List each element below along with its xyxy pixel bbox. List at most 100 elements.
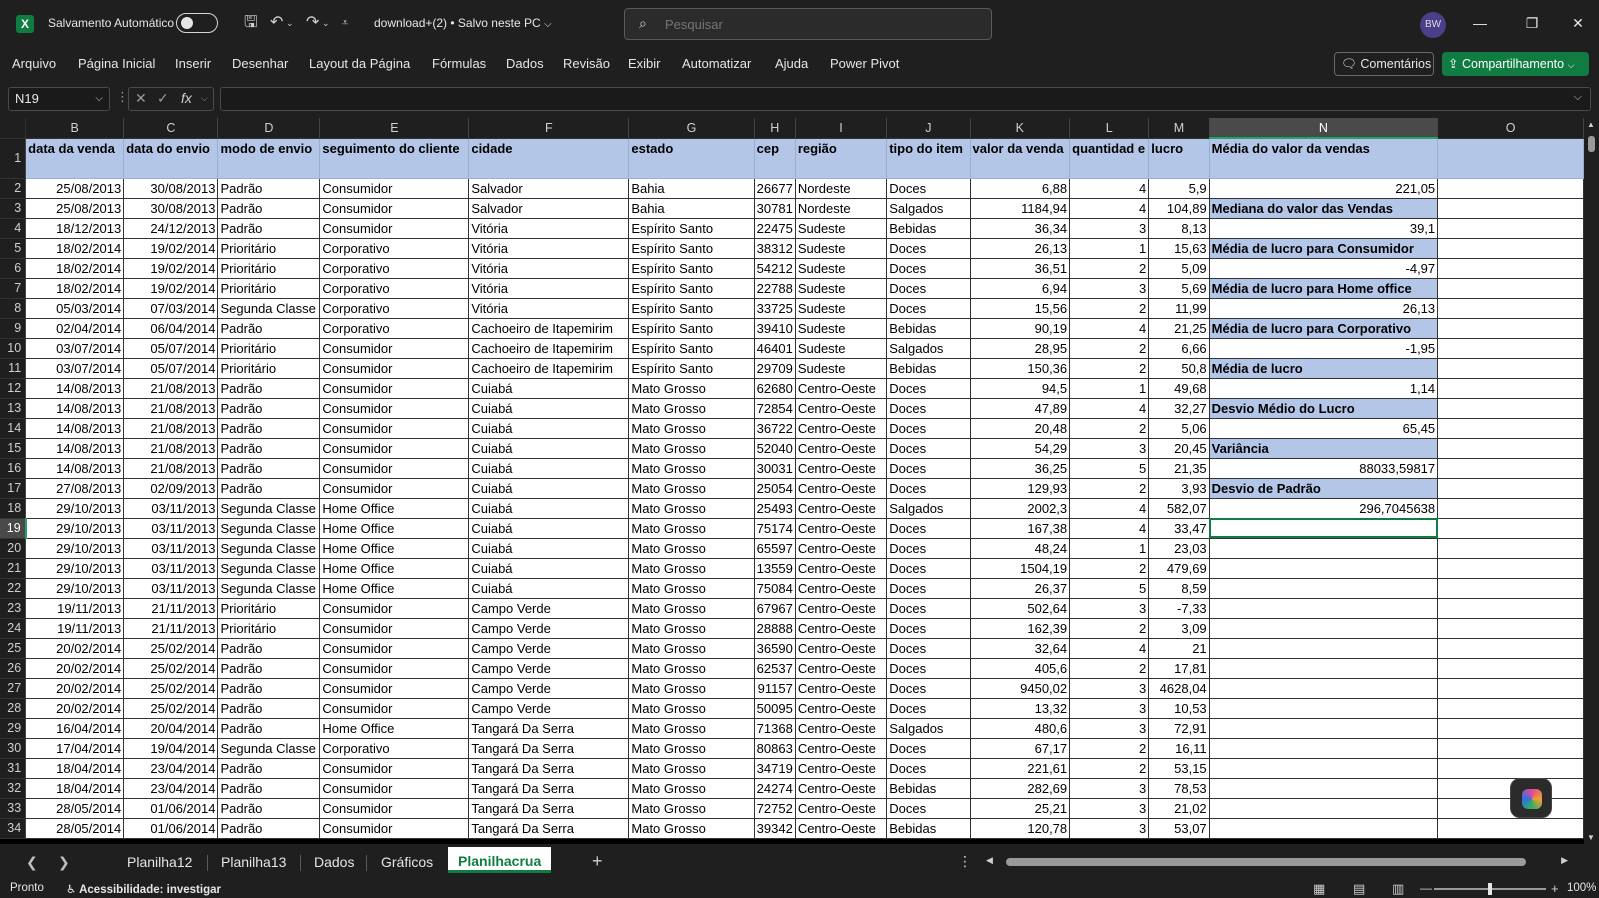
table-cell[interactable]: Corporativo bbox=[319, 238, 470, 259]
name-box[interactable]: N19 ⌵ bbox=[8, 87, 110, 111]
table-cell[interactable]: Mato Grosso bbox=[628, 818, 755, 839]
table-cell[interactable]: Centro-Oeste bbox=[795, 458, 888, 479]
table-cell[interactable]: 2 bbox=[1069, 478, 1150, 499]
cell-o[interactable] bbox=[1437, 438, 1584, 459]
table-cell[interactable]: Cachoeiro de Itapemirim bbox=[468, 318, 630, 339]
table-cell[interactable]: 2 bbox=[1069, 358, 1150, 379]
cell-n[interactable] bbox=[1209, 578, 1439, 599]
column-header-d[interactable]: D bbox=[217, 118, 321, 139]
table-cell[interactable]: 36722 bbox=[754, 418, 796, 439]
table-cell[interactable]: 21,02 bbox=[1148, 798, 1210, 819]
table-cell[interactable]: 32,27 bbox=[1148, 398, 1210, 419]
table-cell[interactable]: Tangará Da Serra bbox=[468, 738, 630, 759]
table-cell[interactable]: -7,33 bbox=[1148, 598, 1210, 619]
table-cell[interactable]: Consumidor bbox=[319, 618, 470, 639]
table-cell[interactable]: Padrão bbox=[217, 658, 321, 679]
column-header-n[interactable]: N bbox=[1209, 118, 1439, 139]
table-cell[interactable]: Cuiabá bbox=[468, 378, 630, 399]
table-cell[interactable]: 36,25 bbox=[970, 458, 1071, 479]
table-cell[interactable]: 28888 bbox=[754, 618, 796, 639]
table-cell[interactable]: 23,03 bbox=[1148, 538, 1210, 559]
column-header-e[interactable]: E bbox=[319, 118, 470, 139]
table-cell[interactable]: Padrão bbox=[217, 318, 321, 339]
table-cell[interactable]: Mato Grosso bbox=[628, 738, 755, 759]
table-cell[interactable]: Sudeste bbox=[795, 338, 888, 359]
table-cell[interactable]: 3 bbox=[1069, 798, 1150, 819]
scroll-thumb[interactable] bbox=[1006, 858, 1526, 866]
table-cell[interactable]: 18/12/2013 bbox=[25, 218, 125, 239]
cell-o[interactable] bbox=[1437, 418, 1584, 439]
table-cell[interactable]: 34719 bbox=[754, 758, 796, 779]
next-sheet-icon[interactable]: ❯ bbox=[58, 854, 70, 871]
table-cell[interactable]: Consumidor bbox=[319, 198, 470, 219]
row-header[interactable]: 32 bbox=[0, 778, 27, 799]
table-cell[interactable]: Consumidor bbox=[319, 378, 470, 399]
cell-n[interactable]: Média de lucro para Consumidor bbox=[1209, 238, 1439, 259]
table-cell[interactable]: 20,45 bbox=[1148, 438, 1210, 459]
customize-toolbar-icon[interactable]: ⩡ bbox=[342, 13, 348, 33]
menu-layout-da-pagina[interactable]: Layout da Página bbox=[309, 56, 410, 71]
redo-icon[interactable]: ↷ bbox=[306, 13, 319, 33]
table-cell[interactable]: Doces bbox=[886, 678, 971, 699]
more-options-icon[interactable]: ⋮ bbox=[958, 853, 972, 870]
table-cell[interactable]: Espírito Santo bbox=[628, 318, 755, 339]
cell-n[interactable] bbox=[1209, 818, 1439, 839]
table-cell[interactable]: 14/08/2013 bbox=[25, 378, 125, 399]
table-cell[interactable]: 25054 bbox=[754, 478, 796, 499]
table-cell[interactable]: 78,53 bbox=[1148, 778, 1210, 799]
table-cell[interactable]: Salvador bbox=[468, 198, 630, 219]
table-cell[interactable]: 14/08/2013 bbox=[25, 418, 125, 439]
table-cell[interactable]: Tangará Da Serra bbox=[468, 798, 630, 819]
table-cell[interactable]: 19/02/2014 bbox=[123, 238, 219, 259]
table-cell[interactable]: Sudeste bbox=[795, 278, 888, 299]
cell-o[interactable] bbox=[1437, 558, 1584, 579]
column-header-o[interactable]: O bbox=[1437, 118, 1584, 139]
cell-n[interactable]: 65,45 bbox=[1209, 418, 1439, 439]
table-cell[interactable]: 15,56 bbox=[970, 298, 1071, 319]
row-header[interactable]: 33 bbox=[0, 798, 27, 819]
table-cell[interactable]: Tangará Da Serra bbox=[468, 758, 630, 779]
table-cell[interactable]: Consumidor bbox=[319, 218, 470, 239]
table-cell[interactable]: 01/06/2014 bbox=[123, 818, 219, 839]
table-cell[interactable]: 72752 bbox=[754, 798, 796, 819]
scroll-left-icon[interactable]: ◀ bbox=[986, 855, 993, 866]
row-header[interactable]: 3 bbox=[0, 198, 27, 219]
menu-ajuda[interactable]: Ajuda bbox=[775, 56, 808, 71]
table-cell[interactable]: 4 bbox=[1069, 318, 1150, 339]
table-cell[interactable]: 6,88 bbox=[970, 178, 1071, 199]
row-header[interactable]: 21 bbox=[0, 558, 27, 579]
table-cell[interactable]: 150,36 bbox=[970, 358, 1071, 379]
table-cell[interactable]: Consumidor bbox=[319, 758, 470, 779]
table-cell[interactable]: Cuiabá bbox=[468, 438, 630, 459]
table-cell[interactable]: Salgados bbox=[886, 498, 971, 519]
table-cell[interactable]: Consumidor bbox=[319, 478, 470, 499]
table-cell[interactable]: Segunda Classe bbox=[217, 558, 321, 579]
cell-o[interactable] bbox=[1437, 258, 1584, 279]
table-cell[interactable]: 282,69 bbox=[970, 778, 1071, 799]
table-cell[interactable]: 17,81 bbox=[1148, 658, 1210, 679]
table-cell[interactable]: Campo Verde bbox=[468, 638, 630, 659]
table-cell[interactable]: 75084 bbox=[754, 578, 796, 599]
column-header-j[interactable]: J bbox=[886, 118, 971, 139]
table-cell[interactable]: 03/11/2013 bbox=[123, 578, 219, 599]
table-cell[interactable]: 23/04/2014 bbox=[123, 778, 219, 799]
table-cell[interactable]: Consumidor bbox=[319, 698, 470, 719]
table-cell[interactable]: Vitória bbox=[468, 238, 630, 259]
cell-o[interactable] bbox=[1437, 378, 1584, 399]
cell-n[interactable]: Desvio de Padrão bbox=[1209, 478, 1439, 499]
table-cell[interactable]: Prioritário bbox=[217, 598, 321, 619]
cell-n[interactable]: 1,14 bbox=[1209, 378, 1439, 399]
minimize-icon[interactable]: — bbox=[1468, 12, 1492, 34]
table-cell[interactable]: 13559 bbox=[754, 558, 796, 579]
column-title[interactable]: data do envio bbox=[123, 138, 219, 179]
table-cell[interactable]: Cuiabá bbox=[468, 558, 630, 579]
table-cell[interactable]: Mato Grosso bbox=[628, 478, 755, 499]
table-cell[interactable]: Espírito Santo bbox=[628, 358, 755, 379]
cell-n[interactable] bbox=[1209, 758, 1439, 779]
table-cell[interactable]: 3 bbox=[1069, 598, 1150, 619]
table-cell[interactable]: Padrão bbox=[217, 638, 321, 659]
table-cell[interactable]: Consumidor bbox=[319, 678, 470, 699]
table-cell[interactable]: 14/08/2013 bbox=[25, 438, 125, 459]
table-cell[interactable]: 80863 bbox=[754, 738, 796, 759]
table-cell[interactable]: Espírito Santo bbox=[628, 278, 755, 299]
